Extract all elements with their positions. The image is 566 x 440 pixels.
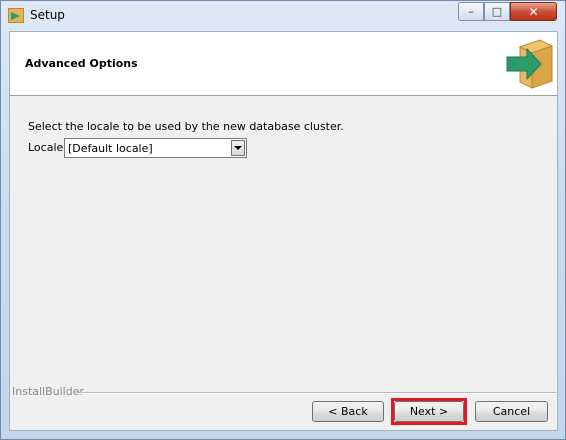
back-button[interactable]: < Back bbox=[312, 401, 384, 422]
page-title: Advanced Options bbox=[25, 57, 138, 70]
setup-window: Setup – □ ✕ Advanced Options Select the … bbox=[0, 0, 566, 440]
setup-box-arrow-icon bbox=[506, 39, 554, 89]
dialog-body: Advanced Options Select the locale to be… bbox=[9, 31, 558, 431]
page-header: Advanced Options bbox=[10, 32, 557, 96]
chevron-down-icon[interactable] bbox=[231, 140, 245, 156]
title-bar[interactable]: Setup – □ ✕ bbox=[1, 1, 565, 31]
locale-select[interactable]: [Default locale] bbox=[64, 138, 247, 158]
window-title: Setup bbox=[30, 8, 65, 22]
installbuilder-label: InstallBuilder bbox=[12, 385, 85, 398]
locale-label: Locale bbox=[28, 141, 64, 154]
maximize-button[interactable]: □ bbox=[484, 2, 510, 21]
minimize-button[interactable]: – bbox=[458, 2, 484, 21]
next-button[interactable]: Next > bbox=[394, 401, 464, 422]
app-icon bbox=[8, 8, 24, 23]
footer-divider bbox=[76, 392, 556, 394]
close-button[interactable]: ✕ bbox=[510, 2, 557, 21]
locale-instruction: Select the locale to be used by the new … bbox=[28, 120, 344, 133]
cancel-button[interactable]: Cancel bbox=[475, 401, 548, 422]
locale-selected-value: [Default locale] bbox=[68, 142, 153, 155]
